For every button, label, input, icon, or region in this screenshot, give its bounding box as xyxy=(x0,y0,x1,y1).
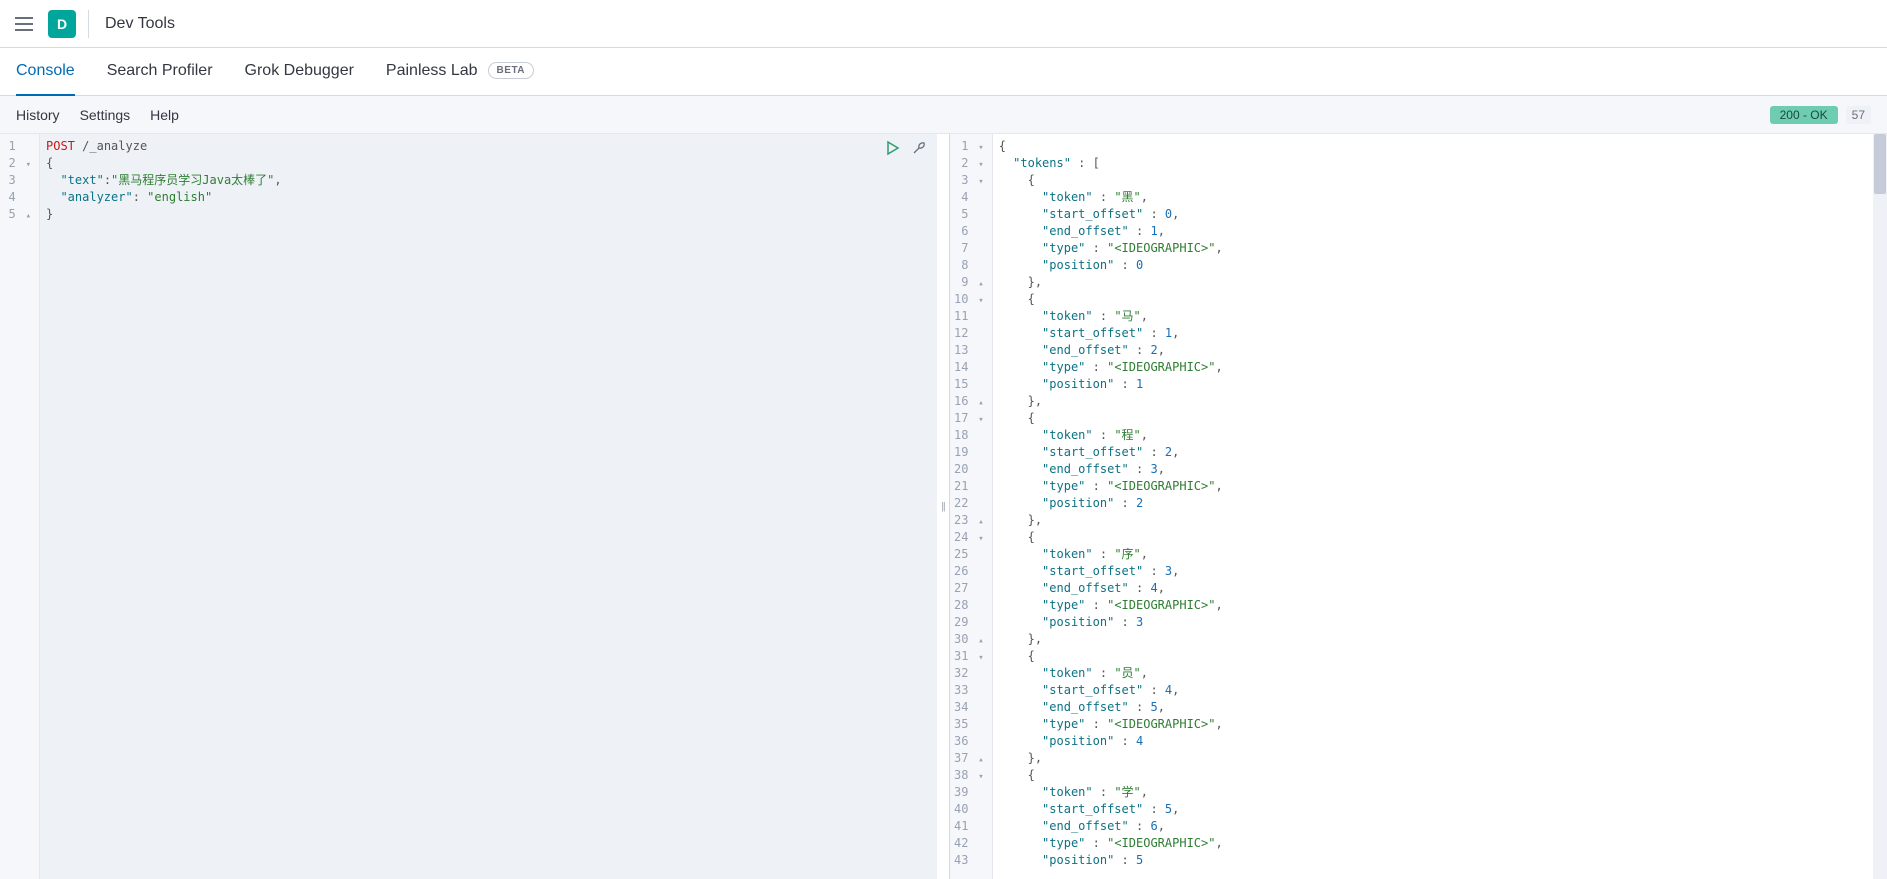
scrollbar-track[interactable] xyxy=(1873,134,1887,879)
menu-icon[interactable] xyxy=(12,12,36,36)
tab-bar: Console Search Profiler Grok Debugger Painl… xyxy=(0,48,1887,96)
divider xyxy=(88,10,89,38)
tab-painless-lab[interactable]: Painless LabBETA xyxy=(386,48,534,96)
app-logo[interactable]: D xyxy=(48,10,76,38)
request-editor[interactable]: POST /_analyze{ "text":"黑马程序员学习Java太棒了",… xyxy=(40,134,937,879)
scrollbar-thumb[interactable] xyxy=(1874,134,1886,194)
request-gutter: 1 2 ▾3 4 5 ▴ xyxy=(0,134,40,879)
splitter-handle[interactable] xyxy=(937,134,949,879)
request-pane: 1 2 ▾3 4 5 ▴ POST /_analyze{ "text":"黑马程… xyxy=(0,134,937,879)
response-viewer[interactable]: { "tokens" : [ { "token" : "黑", "start_o… xyxy=(993,134,1887,879)
status-extra: 57 xyxy=(1846,106,1871,124)
response-gutter: 1 ▾2 ▾3 ▾4 5 6 7 8 9 ▴10 ▾11 12 13 14 15… xyxy=(950,134,993,879)
editor-area: 1 2 ▾3 4 5 ▴ POST /_analyze{ "text":"黑马程… xyxy=(0,134,1887,879)
toolbar-help[interactable]: Help xyxy=(150,107,179,123)
play-icon[interactable] xyxy=(885,140,901,159)
toolbar-settings[interactable]: Settings xyxy=(80,107,131,123)
tab-grok-debugger[interactable]: Grok Debugger xyxy=(245,48,354,96)
response-pane: 1 ▾2 ▾3 ▾4 5 6 7 8 9 ▴10 ▾11 12 13 14 15… xyxy=(949,134,1887,879)
tab-console[interactable]: Console xyxy=(16,48,75,96)
toolbar-history[interactable]: History xyxy=(16,107,60,123)
tab-search-profiler[interactable]: Search Profiler xyxy=(107,48,213,96)
beta-badge: BETA xyxy=(488,62,534,79)
toolbar: History Settings Help 200 - OK 57 xyxy=(0,96,1887,134)
status-badge: 200 - OK xyxy=(1770,106,1838,124)
header-bar: D Dev Tools xyxy=(0,0,1887,48)
wrench-icon[interactable] xyxy=(911,140,927,159)
app-title: Dev Tools xyxy=(105,15,175,33)
